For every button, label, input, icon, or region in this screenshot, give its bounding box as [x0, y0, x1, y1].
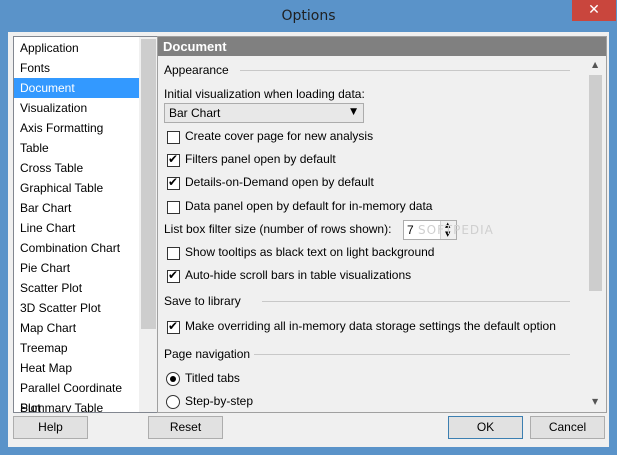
chevron-down-icon: ▼	[350, 107, 357, 117]
nav-item-table[interactable]: Table	[14, 138, 139, 158]
nav-item-line-chart[interactable]: Line Chart	[14, 218, 139, 238]
nav-item-scatter-plot[interactable]: Scatter Plot	[14, 278, 139, 298]
filters-panel-checkbox[interactable]	[167, 152, 180, 167]
nav-item-document[interactable]: Document	[14, 78, 139, 98]
nav-item-application[interactable]: Application	[14, 38, 139, 58]
nav-item-bar-chart[interactable]: Bar Chart	[14, 198, 139, 218]
appearance-divider	[240, 70, 570, 71]
nav-item-graphical-table[interactable]: Graphical Table	[14, 178, 139, 198]
nav-item-cross-table[interactable]: Cross Table	[14, 158, 139, 178]
tooltips-checkbox[interactable]	[167, 247, 180, 260]
close-button[interactable]: ✕	[572, 0, 616, 21]
data-panel-label: Data panel open by default for in-memory…	[185, 199, 433, 213]
titled-tabs-radio[interactable]	[166, 372, 180, 386]
nav-item-treemap[interactable]: Treemap	[14, 338, 139, 358]
ok-button[interactable]: OK	[448, 416, 523, 439]
appearance-group-label: Appearance	[164, 63, 229, 77]
listbox-size-value: 7	[407, 223, 414, 237]
initial-viz-value: Bar Chart	[169, 106, 221, 120]
initial-viz-label: Initial visualization when loading data:	[164, 87, 365, 101]
category-list[interactable]: Application Fonts Document Visualization…	[13, 36, 160, 413]
override-storage-checkbox[interactable]	[167, 319, 180, 334]
nav-item-axis-formatting[interactable]: Axis Formatting	[14, 118, 139, 138]
listbox-size-label: List box filter size (number of rows sho…	[164, 222, 392, 236]
nav-item-fonts[interactable]: Fonts	[14, 58, 139, 78]
settings-panel: Document Appearance Initial visualizatio…	[157, 36, 607, 413]
reset-button[interactable]: Reset	[148, 416, 223, 439]
titled-tabs-label: Titled tabs	[185, 371, 240, 385]
window-title: Options	[281, 8, 336, 24]
save-divider	[262, 301, 570, 302]
settings-scrollbar[interactable]: ▲ ▼	[587, 57, 605, 411]
nav-item-visualization[interactable]: Visualization	[14, 98, 139, 118]
data-panel-checkbox[interactable]	[167, 201, 180, 214]
scroll-up-icon[interactable]: ▲	[592, 60, 598, 69]
category-list-scroll-thumb[interactable]	[141, 39, 156, 329]
details-on-demand-checkbox[interactable]	[167, 175, 180, 190]
panel-header: Document	[158, 37, 606, 56]
nav-item-combination-chart[interactable]: Combination Chart	[14, 238, 139, 258]
cancel-button[interactable]: Cancel	[530, 416, 605, 439]
cover-page-checkbox[interactable]	[167, 131, 180, 144]
nav-item-map-chart[interactable]: Map Chart	[14, 318, 139, 338]
nav-item-summary-table[interactable]: Summary Table	[14, 398, 139, 412]
help-button[interactable]: Help	[13, 416, 88, 439]
softpedia-watermark: SOFTPEDIA	[418, 223, 494, 237]
nav-item-3d-scatter-plot[interactable]: 3D Scatter Plot	[14, 298, 139, 318]
title-bar: Options ✕	[0, 0, 617, 32]
filters-panel-label: Filters panel open by default	[185, 152, 336, 166]
cover-page-label: Create cover page for new analysis	[185, 129, 374, 143]
tooltips-label: Show tooltips as black text on light bac…	[185, 245, 435, 259]
save-group-label: Save to library	[164, 294, 241, 308]
category-list-scrollbar[interactable]	[139, 37, 159, 412]
auto-hide-scrollbars-label: Auto-hide scroll bars in table visualiza…	[185, 268, 412, 282]
step-by-step-radio[interactable]	[166, 395, 180, 409]
nav-item-heat-map[interactable]: Heat Map	[14, 358, 139, 378]
dialog-client: Application Fonts Document Visualization…	[8, 32, 609, 447]
options-window: Options ✕ Application Fonts Document Vis…	[0, 0, 617, 455]
settings-scroll-thumb[interactable]	[589, 75, 602, 291]
override-storage-label: Make overriding all in-memory data stora…	[185, 319, 556, 333]
page-navigation-divider	[254, 354, 570, 355]
details-on-demand-label: Details-on-Demand open by default	[185, 175, 374, 189]
nav-item-parallel-coordinate-plot[interactable]: Parallel Coordinate Plot	[14, 378, 139, 412]
auto-hide-scrollbars-checkbox[interactable]	[167, 268, 180, 283]
step-by-step-label: Step-by-step	[185, 394, 254, 408]
page-navigation-group-label: Page navigation	[164, 347, 251, 361]
nav-item-pie-chart[interactable]: Pie Chart	[14, 258, 139, 278]
initial-viz-select[interactable]: Bar Chart ▼	[164, 103, 364, 123]
scroll-down-icon[interactable]: ▼	[592, 397, 598, 406]
